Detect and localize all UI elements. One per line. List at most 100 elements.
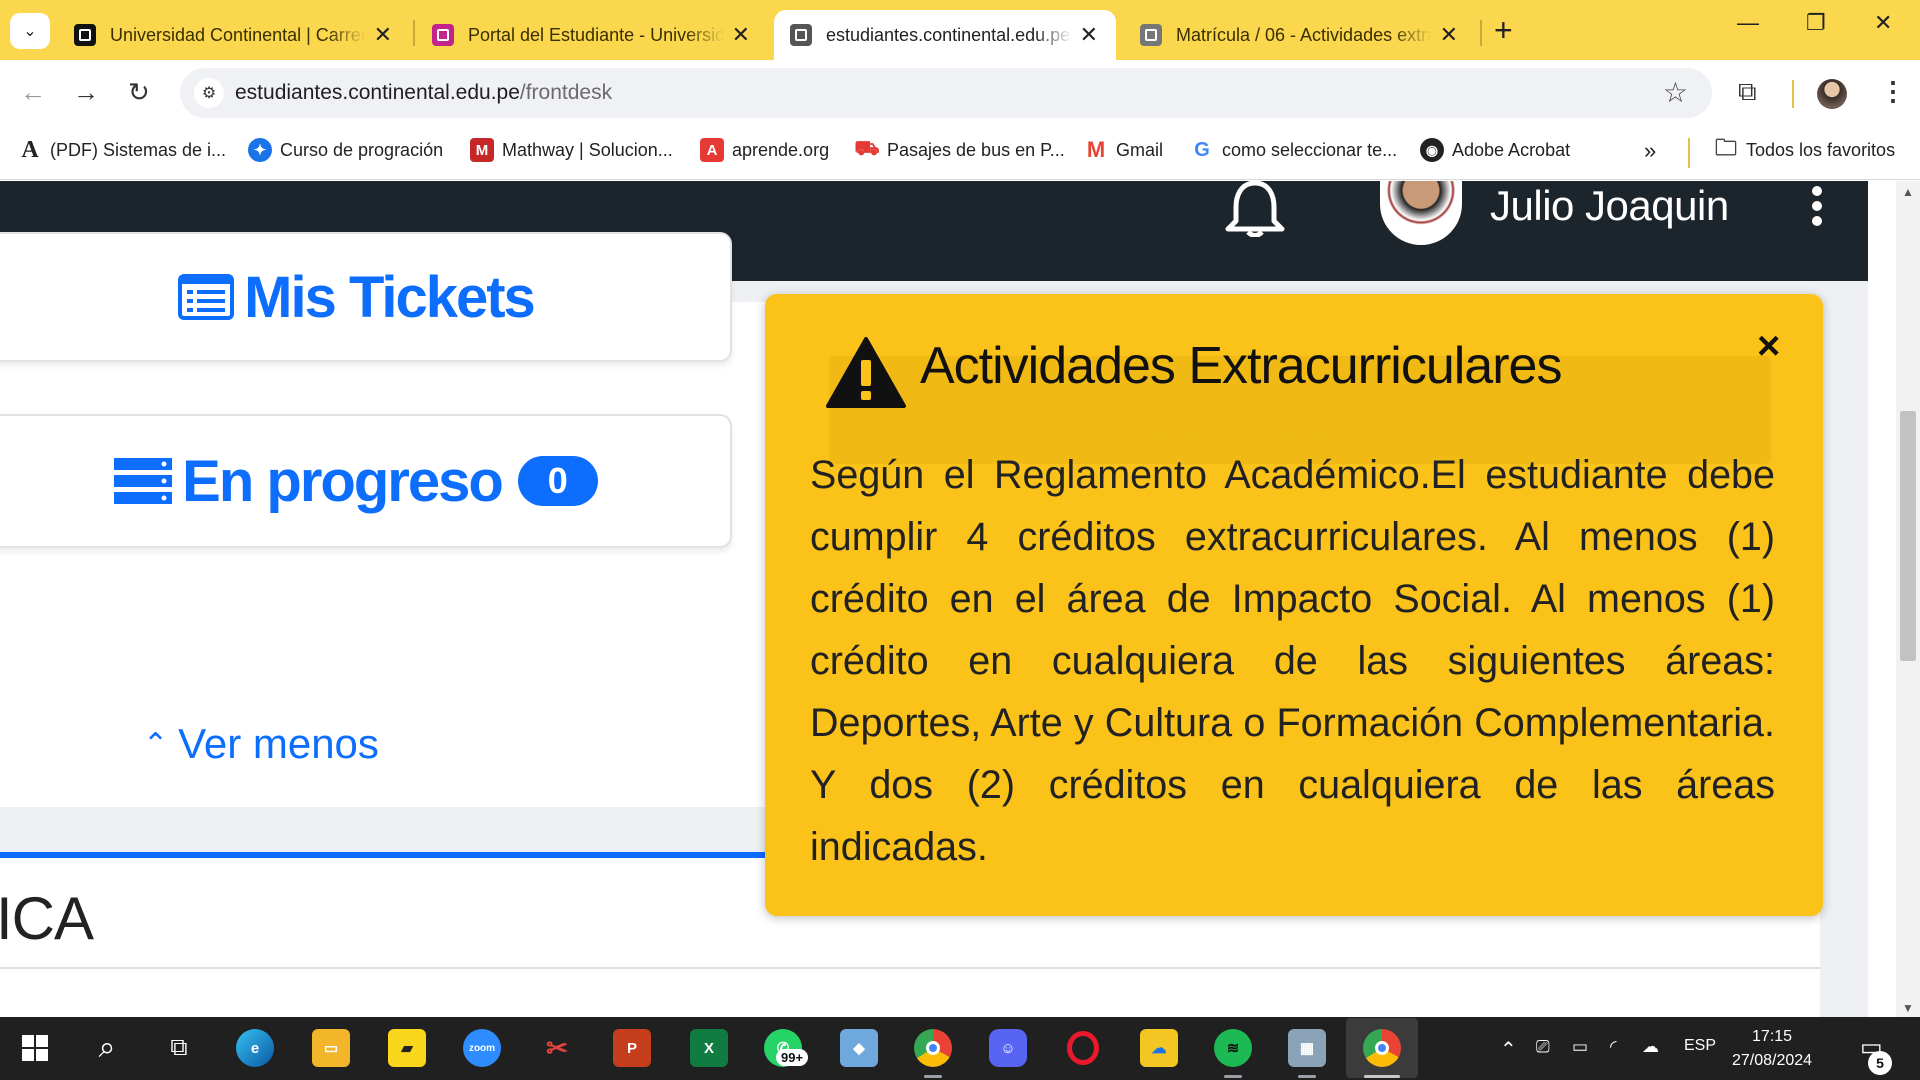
chevron-up-icon[interactable]: ⌃	[1500, 1037, 1517, 1062]
progress-count-badge: 0	[517, 456, 598, 506]
tab-search-button[interactable]: ⌄	[10, 13, 50, 49]
restore-icon[interactable]: ❐	[1806, 10, 1826, 36]
close-tab-icon[interactable]: ✕	[374, 22, 392, 48]
tab-title: Portal del Estudiante - Universidad Cont…	[468, 24, 724, 45]
extensions-puzzle-icon[interactable]: ⧉	[1738, 76, 1757, 108]
3d-box-icon[interactable]: ◆	[840, 1029, 878, 1067]
task-view-icon[interactable]: ⧉	[160, 1029, 198, 1067]
bookmark-label: Gmail	[1116, 139, 1164, 160]
meet-now-icon[interactable]: ⎚	[1536, 1037, 1550, 1057]
scroll-down-icon[interactable]: ▼	[1902, 1001, 1914, 1015]
continental-logo-icon	[790, 24, 812, 46]
page-scrollbar[interactable]: ▲ ▼	[1896, 181, 1920, 1017]
sticky-notes-icon[interactable]: ▰	[388, 1029, 426, 1067]
windows-start-icon[interactable]	[16, 1029, 54, 1067]
bookmark-label: Mathway | Solucion...	[502, 139, 673, 160]
snipping-tool-icon[interactable]: ✂	[538, 1029, 576, 1067]
user-name[interactable]: Julio Joaquin	[1490, 182, 1729, 230]
opera-icon[interactable]	[1064, 1029, 1102, 1067]
battery-icon[interactable]: ▭	[1572, 1037, 1588, 1057]
address-url[interactable]: estudiantes.continental.edu.pe/frontdesk	[235, 81, 612, 105]
bookmarks-overflow-button[interactable]: »	[1644, 138, 1656, 164]
zoom-icon[interactable]: zoom	[463, 1029, 501, 1067]
header-menu-icon[interactable]	[1812, 186, 1822, 226]
warning-triangle-icon	[826, 337, 906, 408]
bell-icon[interactable]	[1220, 181, 1290, 237]
chevron-up-icon: ⌃	[143, 727, 169, 761]
excel-icon[interactable]: X	[690, 1029, 728, 1067]
tab-frontdesk[interactable]: estudiantes.continental.edu.pe/frontdesk…	[774, 10, 1116, 60]
bookmark-item[interactable]: M Gmail	[1084, 137, 1164, 162]
tab-universidad-continental[interactable]: Universidad Continental | Carreras ✕	[58, 10, 410, 60]
ver-menos-link[interactable]: ⌃ Ver menos	[143, 720, 379, 768]
close-tab-icon[interactable]: ✕	[732, 22, 750, 48]
clock-time: 17:15	[1752, 1028, 1793, 1045]
all-bookmarks-button[interactable]: 🗀 Todos los favoritos	[1714, 135, 1896, 162]
user-avatar[interactable]	[1380, 181, 1462, 245]
scrollbar-thumb[interactable]	[1900, 411, 1916, 661]
portal-logo-icon	[432, 24, 454, 46]
active-indicator	[1364, 1075, 1400, 1078]
mathway-icon: M	[470, 138, 494, 162]
acrobat-icon: ◉	[1420, 138, 1444, 162]
close-tab-icon[interactable]: ✕	[1080, 22, 1098, 48]
bookmark-item[interactable]: A aprende.org	[700, 138, 829, 162]
reload-icon[interactable]: ↻	[128, 74, 150, 110]
volume-warning-icon[interactable]: ☁	[1642, 1037, 1659, 1057]
continental-logo-icon	[1140, 24, 1162, 46]
bookmark-item[interactable]: ◉ Adobe Acrobat	[1420, 138, 1570, 162]
language-indicator[interactable]: ESP	[1684, 1037, 1716, 1055]
system-clock[interactable]: 17:15 27/08/2024	[1732, 1025, 1812, 1073]
edge-icon[interactable]: e	[236, 1029, 274, 1067]
bookmark-item[interactable]: M Mathway | Solucion...	[470, 138, 673, 162]
chrome-profile-icon[interactable]	[1363, 1029, 1401, 1067]
gallery-icon[interactable]: ▦	[1288, 1029, 1326, 1067]
chrome-icon[interactable]	[914, 1029, 952, 1067]
back-arrow-icon[interactable]: ←	[20, 74, 46, 110]
bookmark-item[interactable]: G como seleccionar te...	[1190, 138, 1397, 162]
ver-menos-label: Ver menos	[178, 720, 379, 767]
onedrive-folder-icon[interactable]: ☁	[1140, 1029, 1178, 1067]
modal-title: Actividades Extracurriculares	[920, 337, 1562, 395]
bookmark-star-icon[interactable]: ☆	[1663, 76, 1688, 109]
new-tab-plus-icon[interactable]: +	[1494, 14, 1513, 46]
forward-arrow-icon[interactable]: →	[73, 74, 99, 110]
tab-title: Matrícula / 06 - Actividades extracurric…	[1176, 24, 1432, 45]
list-icon	[178, 274, 235, 320]
en-progreso-card[interactable]: En progreso 0	[0, 414, 732, 548]
minimize-icon[interactable]: —	[1737, 10, 1759, 36]
bookmark-item[interactable]: A (PDF) Sistemas de i...	[18, 136, 226, 163]
search-icon[interactable]: ⌕	[88, 1029, 126, 1067]
academia-icon: A	[21, 136, 39, 163]
spotify-icon[interactable]: ≋	[1214, 1029, 1252, 1067]
wifi-icon[interactable]: ◜	[1610, 1037, 1617, 1057]
address-bar[interactable]: ⚙ estudiantes.continental.edu.pe/frontde…	[180, 68, 1712, 118]
bookmark-label: aprende.org	[732, 139, 830, 160]
close-window-icon[interactable]: ✕	[1874, 10, 1892, 36]
mis-tickets-card[interactable]: Mis Tickets	[0, 232, 732, 362]
en-progreso-label: En progreso	[182, 448, 504, 514]
tab-portal-estudiante[interactable]: Portal del Estudiante - Universidad Cont…	[416, 10, 768, 60]
tab-title: Universidad Continental | Carreras	[110, 24, 366, 45]
quick-links-panel	[0, 302, 770, 807]
scroll-up-icon[interactable]: ▲	[1902, 185, 1914, 199]
clock-date: 27/08/2024	[1732, 1052, 1813, 1069]
bookmark-item[interactable]: ✦ Curso de progración	[248, 138, 443, 162]
chrome-menu-icon[interactable]: ⋮	[1880, 76, 1906, 107]
tab-matricula[interactable]: Matrícula / 06 - Actividades extracurric…	[1124, 10, 1476, 60]
site-settings-icon[interactable]: ⚙	[194, 78, 224, 108]
profile-avatar[interactable]	[1817, 79, 1847, 109]
running-indicator	[1298, 1075, 1316, 1078]
close-icon[interactable]: ×	[1757, 324, 1780, 369]
close-tab-icon[interactable]: ✕	[1440, 22, 1458, 48]
google-icon: G	[1194, 138, 1210, 161]
section-divider	[0, 967, 1820, 969]
discord-icon[interactable]: ☺	[989, 1029, 1027, 1067]
running-indicator	[1224, 1075, 1242, 1078]
powerpoint-icon[interactable]: P	[613, 1029, 651, 1067]
mis-tickets-label: Mis Tickets	[244, 264, 536, 330]
file-explorer-icon[interactable]: ▭	[312, 1029, 350, 1067]
modal-body-text: Según el Reglamento Académico.El estudia…	[810, 453, 1775, 869]
all-bookmarks-label: Todos los favoritos	[1746, 139, 1896, 160]
bookmark-item[interactable]: ⛟ Pasajes de bus en P...	[854, 138, 1064, 162]
